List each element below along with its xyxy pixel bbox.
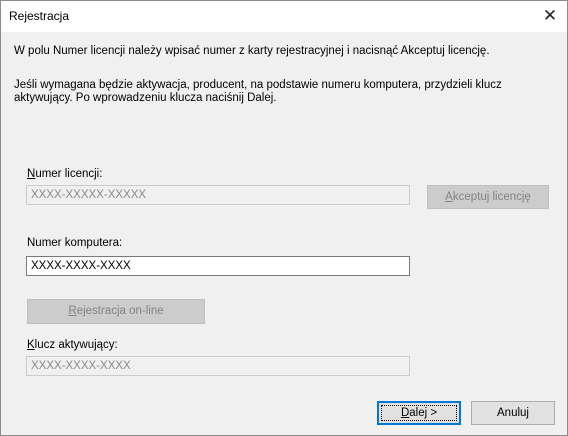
computer-number-field[interactable]: XXXX-XXXX-XXXX [26,256,410,276]
license-number-label: Numer licencji: [27,168,103,180]
focus-rectangle [381,405,457,421]
accept-license-button[interactable]: Akceptuj licencję [427,185,549,209]
instruction-text-3: aktywujący. Po wprowadzeniu klucza naciś… [14,92,277,104]
activation-key-label: Klucz aktywujący: [27,339,118,351]
activation-key-field[interactable]: XXXX-XXXX-XXXX [26,356,410,376]
close-icon[interactable]: ✕ [539,5,561,27]
registration-dialog: Rejestracja ✕ W polu Numer licencji nale… [0,0,568,436]
title-bar[interactable]: Rejestracja ✕ [1,1,567,32]
next-button[interactable]: Dalej > [377,401,461,425]
online-registration-button[interactable]: Rejestracja on-line [27,299,205,324]
instruction-text-1: W polu Numer licencji należy wpisać nume… [14,45,490,57]
license-number-field[interactable]: XXXX-XXXXX-XXXXX [26,185,410,205]
window-title: Rejestracja [9,9,70,23]
instruction-text-2: Jeśli wymagana będzie aktywacja, produce… [14,79,502,91]
cancel-button[interactable]: Anuluj [471,401,555,425]
computer-number-label: Numer komputera: [27,237,123,249]
